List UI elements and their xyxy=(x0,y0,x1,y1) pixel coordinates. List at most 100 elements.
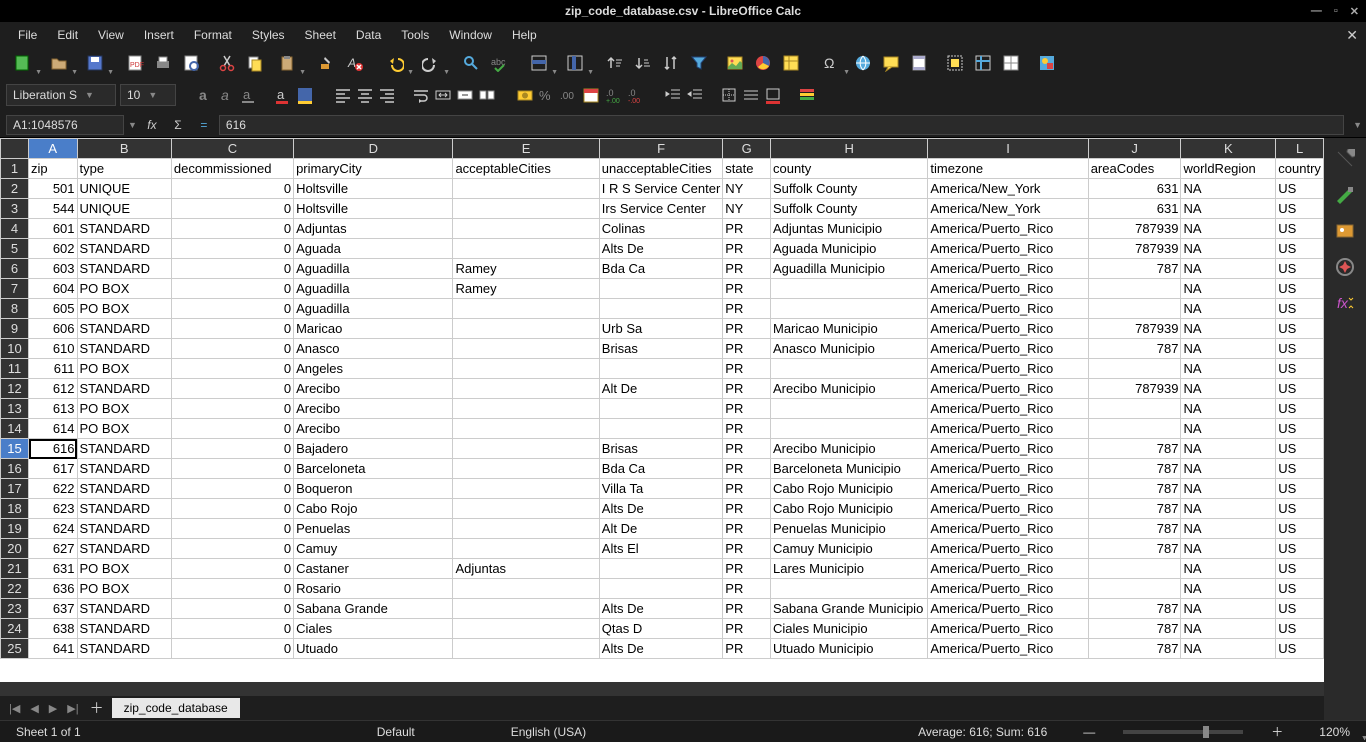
cell[interactable] xyxy=(453,339,599,359)
comment-button[interactable] xyxy=(878,50,904,76)
cell[interactable]: 0 xyxy=(171,319,293,339)
row-header[interactable]: 19 xyxy=(1,519,29,539)
cell[interactable]: NA xyxy=(1181,199,1276,219)
cell[interactable]: 0 xyxy=(171,559,293,579)
cell[interactable]: 0 xyxy=(171,299,293,319)
cell[interactable]: unacceptableCities xyxy=(599,159,723,179)
cell[interactable]: 0 xyxy=(171,539,293,559)
cell[interactable]: 0 xyxy=(171,239,293,259)
cell[interactable]: 787 xyxy=(1088,439,1181,459)
cell[interactable]: 0 xyxy=(171,479,293,499)
paste-button[interactable]: ▼ xyxy=(270,50,304,76)
border-style-button[interactable]: ▼ xyxy=(742,86,760,104)
cell[interactable]: 787 xyxy=(1088,639,1181,659)
cell[interactable] xyxy=(770,299,927,319)
cell[interactable]: acceptableCities xyxy=(453,159,599,179)
cell[interactable]: Aguada Municipio xyxy=(770,239,927,259)
cell[interactable]: STANDARD xyxy=(77,459,171,479)
cell[interactable]: 622 xyxy=(29,479,78,499)
row-header[interactable]: 1 xyxy=(1,159,29,179)
cell[interactable] xyxy=(453,639,599,659)
cell[interactable]: 787 xyxy=(1088,459,1181,479)
column-header[interactable]: C xyxy=(171,139,293,159)
cell[interactable] xyxy=(453,179,599,199)
select-all-corner[interactable] xyxy=(1,139,29,159)
cell[interactable] xyxy=(453,439,599,459)
cell[interactable] xyxy=(453,459,599,479)
cell[interactable]: NA xyxy=(1181,559,1276,579)
cell[interactable]: Alts De xyxy=(599,599,723,619)
language-label[interactable]: English (USA) xyxy=(503,725,594,739)
menu-tools[interactable]: Tools xyxy=(391,24,439,46)
row-button[interactable]: ▼ xyxy=(522,50,556,76)
cell[interactable] xyxy=(1088,419,1181,439)
cell[interactable] xyxy=(599,299,723,319)
split-window-button[interactable] xyxy=(998,50,1024,76)
cell[interactable]: 617 xyxy=(29,459,78,479)
cell[interactable]: STANDARD xyxy=(77,639,171,659)
cell[interactable]: NA xyxy=(1181,419,1276,439)
cell[interactable]: America/Puerto_Rico xyxy=(928,639,1088,659)
cell[interactable]: 0 xyxy=(171,279,293,299)
cell[interactable]: 787939 xyxy=(1088,379,1181,399)
functions-panel-icon[interactable]: fx xyxy=(1330,288,1360,318)
cell[interactable]: 603 xyxy=(29,259,78,279)
cell[interactable]: Bajadero xyxy=(294,439,453,459)
cell[interactable]: 611 xyxy=(29,359,78,379)
maximize-icon[interactable]: ▫ xyxy=(1331,5,1341,18)
cell[interactable]: America/Puerto_Rico xyxy=(928,239,1088,259)
row-header[interactable]: 22 xyxy=(1,579,29,599)
cell[interactable]: NA xyxy=(1181,599,1276,619)
cell[interactable]: PR xyxy=(723,499,771,519)
decrease-indent-button[interactable] xyxy=(686,86,704,104)
cell[interactable]: PO BOX xyxy=(77,279,171,299)
cell[interactable]: 787939 xyxy=(1088,239,1181,259)
cell[interactable]: America/Puerto_Rico xyxy=(928,539,1088,559)
column-header[interactable]: E xyxy=(453,139,599,159)
cell[interactable]: 787 xyxy=(1088,339,1181,359)
column-header[interactable]: F xyxy=(599,139,723,159)
cell[interactable]: 0 xyxy=(171,419,293,439)
special-char-button[interactable]: Ω▼ xyxy=(814,50,848,76)
cell[interactable]: NA xyxy=(1181,519,1276,539)
row-header[interactable]: 9 xyxy=(1,319,29,339)
row-header[interactable]: 20 xyxy=(1,539,29,559)
cell[interactable]: STANDARD xyxy=(77,319,171,339)
cell[interactable]: Camuy xyxy=(294,539,453,559)
cell[interactable] xyxy=(453,299,599,319)
cell[interactable]: Angeles xyxy=(294,359,453,379)
cell[interactable] xyxy=(1088,279,1181,299)
cell[interactable]: Arecibo xyxy=(294,399,453,419)
menu-edit[interactable]: Edit xyxy=(47,24,88,46)
cell[interactable]: Ramey xyxy=(453,279,599,299)
border-color-button[interactable]: ▼ xyxy=(764,86,782,104)
formula-input[interactable] xyxy=(219,115,1344,135)
cell[interactable]: US xyxy=(1276,319,1324,339)
cell[interactable]: NA xyxy=(1181,579,1276,599)
cell[interactable]: America/Puerto_Rico xyxy=(928,439,1088,459)
font-color-button[interactable]: a▼ xyxy=(274,86,292,104)
align-center-button[interactable] xyxy=(356,86,374,104)
expand-formula-icon[interactable]: ▼ xyxy=(1353,120,1362,130)
cell[interactable]: Aguadilla xyxy=(294,259,453,279)
cell[interactable]: state xyxy=(723,159,771,179)
menu-sheet[interactable]: Sheet xyxy=(295,24,346,46)
column-button[interactable]: ▼ xyxy=(558,50,592,76)
cell[interactable]: US xyxy=(1276,279,1324,299)
cell[interactable]: Ciales xyxy=(294,619,453,639)
cell[interactable]: PR xyxy=(723,259,771,279)
cell[interactable]: 631 xyxy=(29,559,78,579)
cell[interactable]: 0 xyxy=(171,639,293,659)
cell[interactable]: PR xyxy=(723,459,771,479)
sort-desc-button[interactable] xyxy=(630,50,656,76)
close-icon[interactable]: ✕ xyxy=(1347,5,1362,18)
cell[interactable]: US xyxy=(1276,459,1324,479)
cell[interactable]: Brisas xyxy=(599,439,723,459)
cell[interactable]: decommissioned xyxy=(171,159,293,179)
cell[interactable]: US xyxy=(1276,399,1324,419)
cell[interactable]: PR xyxy=(723,379,771,399)
cell[interactable]: 787 xyxy=(1088,619,1181,639)
cell[interactable]: Sabana Grande Municipio xyxy=(770,599,927,619)
cell[interactable] xyxy=(770,279,927,299)
cell[interactable]: America/Puerto_Rico xyxy=(928,259,1088,279)
